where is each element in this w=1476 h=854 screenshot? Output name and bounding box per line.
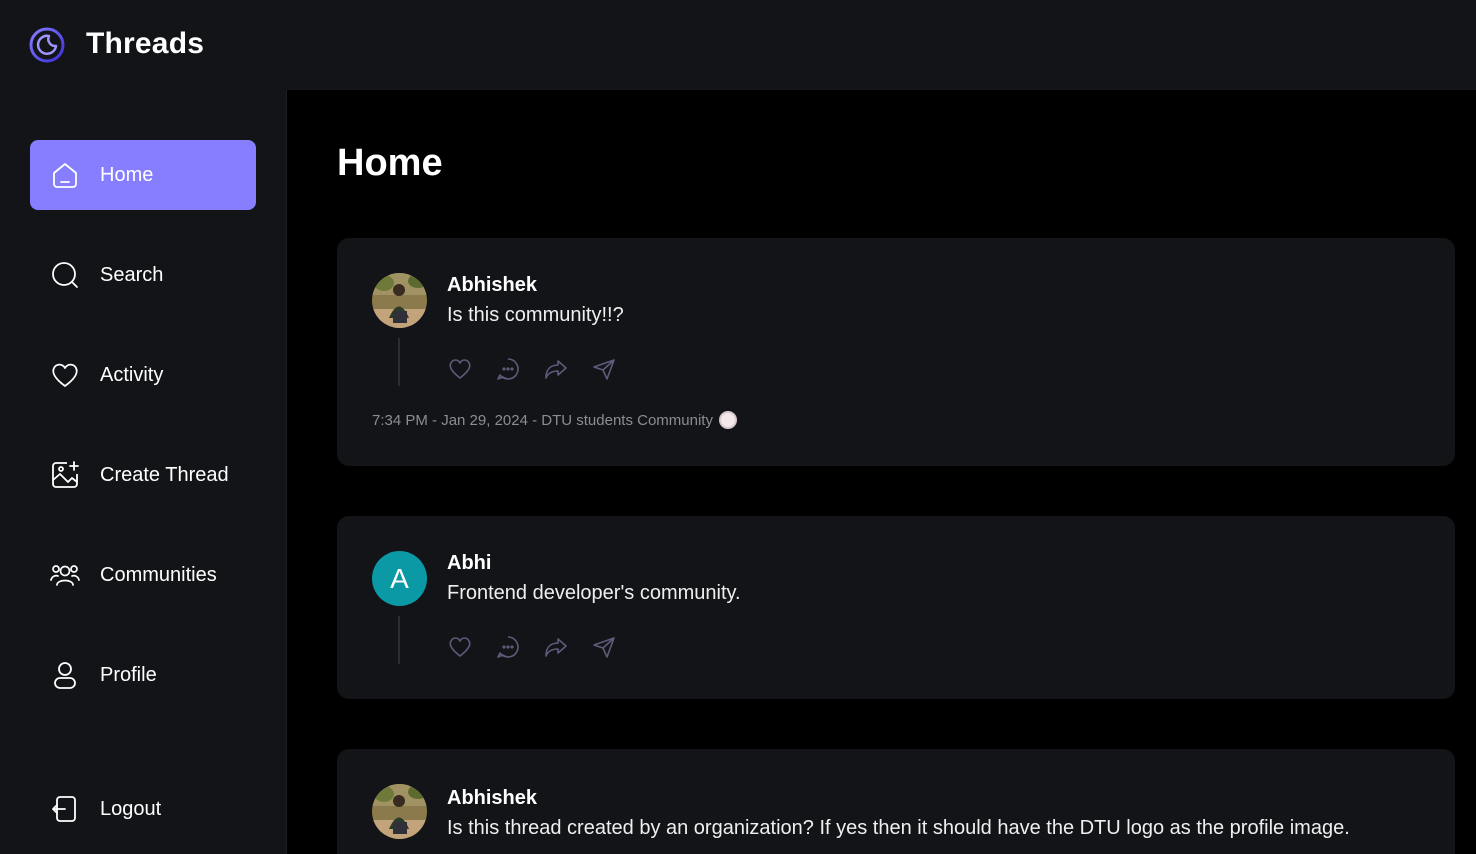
avatar[interactable]	[372, 784, 427, 839]
sidebar-item-label: Communities	[100, 563, 217, 586]
sidebar-item-activity[interactable]: Activity	[30, 340, 256, 410]
sidebar-item-label: Create Thread	[100, 463, 229, 486]
repost-icon[interactable]	[543, 356, 569, 382]
sidebar-item-communities[interactable]: Communities	[30, 540, 256, 610]
thread-connector	[398, 616, 400, 664]
reply-icon[interactable]	[495, 356, 521, 382]
thread-text: Frontend developer's community.	[447, 582, 741, 604]
thread-author[interactable]: Abhishek	[447, 787, 537, 810]
avatar[interactable]: A	[372, 551, 427, 606]
thread-actions	[447, 634, 617, 660]
share-icon[interactable]	[591, 634, 617, 660]
sidebar-item-label: Activity	[100, 363, 164, 386]
thread-meta: 7:34 PM - Jan 29, 2024 - DTU students Co…	[372, 411, 737, 429]
app-title[interactable]: Threads	[86, 27, 204, 61]
main-content: Home Abhishek Is this community!!? 7:34 …	[288, 90, 1476, 854]
sidebar-item-search[interactable]: Search	[30, 240, 256, 310]
logout-label: Logout	[100, 797, 162, 820]
logout-icon	[50, 794, 80, 824]
thread-connector	[398, 338, 400, 386]
share-icon[interactable]	[591, 356, 617, 382]
thread-author[interactable]: Abhishek	[447, 274, 537, 297]
community-avatar[interactable]	[718, 411, 737, 429]
page-title: Home	[337, 142, 443, 184]
sidebar-item-label: Home	[100, 163, 154, 186]
image-plus-icon	[50, 460, 80, 490]
thread-card: Abhishek Is this community!!? 7:34 PM - …	[337, 238, 1455, 466]
sidebar-item-home[interactable]: Home	[30, 140, 256, 210]
logout-button[interactable]: Logout	[30, 774, 256, 844]
search-icon	[50, 260, 80, 290]
thread-timestamp-community[interactable]: 7:34 PM - Jan 29, 2024 - DTU students Co…	[372, 412, 713, 429]
heart-icon	[50, 360, 80, 390]
sidebar-item-label: Search	[100, 263, 164, 286]
thread-card: Abhishek Is this thread created by an or…	[337, 749, 1455, 854]
user-icon	[50, 660, 80, 690]
left-sidebar: Home Search Activity Create Thread Commu…	[0, 90, 287, 854]
thread-author[interactable]: Abhi	[447, 552, 491, 575]
like-icon[interactable]	[447, 634, 473, 660]
thread-text: Is this community!!?	[447, 304, 624, 326]
thread-card: A Abhi Frontend developer's community.	[337, 516, 1455, 699]
sidebar-item-profile[interactable]: Profile	[30, 640, 256, 710]
thread-actions	[447, 356, 617, 382]
sidebar-item-create-thread[interactable]: Create Thread	[30, 440, 256, 510]
reply-icon[interactable]	[495, 634, 521, 660]
avatar[interactable]	[372, 273, 427, 328]
like-icon[interactable]	[447, 356, 473, 382]
home-icon	[50, 160, 80, 190]
repost-icon[interactable]	[543, 634, 569, 660]
users-icon	[50, 560, 80, 590]
sidebar-item-label: Profile	[100, 663, 157, 686]
logo-icon[interactable]	[28, 26, 66, 64]
top-bar: Threads	[0, 0, 1476, 90]
thread-text: Is this thread created by an organizatio…	[447, 817, 1350, 839]
